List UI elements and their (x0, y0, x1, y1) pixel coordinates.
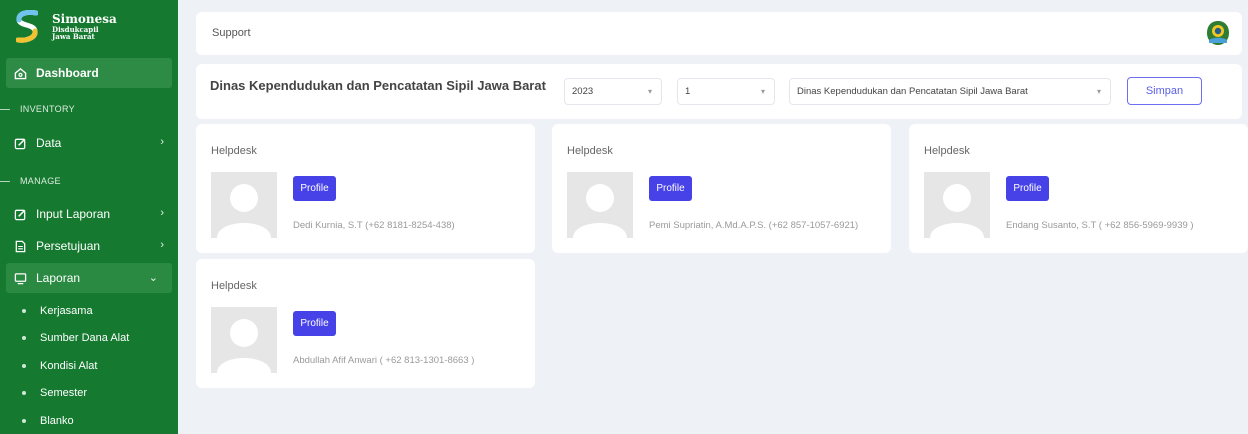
sidebar-item-persetujuan[interactable]: Persetujuan › (0, 231, 178, 261)
sidebar-item-label: Input Laporan (36, 207, 111, 221)
logo-icon (15, 9, 39, 44)
brand[interactable]: Simonesa Disdukcapil Jawa Barat (0, 0, 178, 54)
submenu-item[interactable]: Semester (0, 380, 178, 408)
agency-select[interactable]: Dinas Kependudukan dan Pencatatan Sipil … (789, 78, 1111, 105)
sidebar-item-laporan[interactable]: Laporan ⌄ (6, 263, 172, 293)
card-title: Helpdesk (567, 145, 613, 157)
profile-photo (211, 172, 277, 238)
save-button[interactable]: Simpan (1127, 77, 1202, 105)
profile-button[interactable]: Profile (649, 176, 692, 201)
bullet-icon (22, 418, 26, 423)
chevron-right-icon: › (160, 239, 164, 251)
profile-photo (924, 172, 990, 238)
laporan-submenu: Kerjasama Sumber Dana Alat Kondisi Alat Sem… (0, 297, 178, 434)
sidebar-item-label: Persetujuan (36, 239, 101, 253)
monitor-icon (13, 271, 27, 285)
submenu-item[interactable]: Kondisi Alat (0, 352, 178, 380)
submenu-item[interactable]: Sumber Dana Alat (0, 325, 178, 353)
chevron-down-icon: ⌄ (148, 272, 158, 284)
sidebar-item-label: Data (36, 136, 62, 150)
contact-info: Pemi Supriatin, A.Md.A.P.S. (+62 857-105… (649, 220, 859, 231)
bullet-icon (22, 308, 26, 313)
submenu-item-label: Blanko (40, 414, 74, 427)
period-select[interactable]: 1 ▾ (677, 78, 775, 105)
user-avatar[interactable] (1204, 19, 1232, 47)
submenu-item-label: Kerjasama (40, 304, 93, 317)
sidebar-item-label: Dashboard (36, 66, 99, 80)
chevron-down-icon: ▾ (647, 87, 652, 96)
helpdesk-card: Helpdesk Profile Endang Susanto, S.T ( +… (909, 124, 1248, 253)
submenu-item[interactable]: Blanko (0, 407, 178, 434)
sidebar-item-dashboard[interactable]: Dashboard (6, 58, 172, 88)
profile-photo (211, 307, 277, 373)
chevron-right-icon: › (160, 207, 164, 219)
contact-info: Abdullah Afif Anwari ( +62 813-1301-8663… (293, 355, 475, 366)
profile-button[interactable]: Profile (293, 176, 336, 201)
brand-region: Jawa Barat (52, 32, 95, 42)
profile-photo (567, 172, 633, 238)
submenu-item-label: Sumber Dana Alat (40, 332, 130, 345)
filter-bar: Dinas Kependudukan dan Pencatatan Sipil … (196, 64, 1242, 119)
helpdesk-card: Helpdesk Profile Pemi Supriatin, A.Md.A.… (552, 124, 891, 253)
submenu-item[interactable]: Kerjasama (0, 297, 178, 325)
sidebar-item-input-laporan[interactable]: Input Laporan › (0, 199, 178, 229)
helpdesk-card: Helpdesk Profile Abdullah Afif Anwari ( … (196, 259, 535, 388)
profile-button[interactable]: Profile (293, 311, 336, 336)
card-title: Helpdesk (924, 145, 970, 157)
edit-icon (13, 207, 27, 221)
document-icon (13, 239, 27, 253)
chevron-right-icon: › (160, 136, 164, 148)
sidebar: Simonesa Disdukcapil Jawa Barat Dashboar… (0, 0, 178, 434)
top-bar: Support (196, 12, 1242, 55)
chevron-down-icon: ▾ (1096, 87, 1101, 96)
helpdesk-card: Helpdesk Profile Dedi Kurnia, S.T (+62 8… (196, 124, 535, 253)
home-icon (13, 66, 27, 80)
submenu-item-label: Kondisi Alat (40, 359, 98, 372)
bullet-icon (22, 336, 26, 341)
year-select[interactable]: 2023 ▾ (564, 78, 662, 105)
contact-info: Dedi Kurnia, S.T (+62 8181-8254-438) (293, 220, 455, 231)
submenu-item-label: Semester (40, 387, 88, 400)
breadcrumb: Support (212, 27, 251, 39)
sidebar-item-data[interactable]: Data › (0, 128, 178, 158)
bullet-icon (22, 363, 26, 368)
sidebar-item-label: Laporan (36, 271, 81, 285)
contact-info: Endang Susanto, S.T ( +62 856-5969-9939 … (1006, 220, 1194, 231)
edit-icon (13, 136, 27, 150)
page-title: Dinas Kependudukan dan Pencatatan Sipil … (210, 78, 546, 93)
card-title: Helpdesk (211, 145, 257, 157)
section-manage: MANAGE (0, 166, 178, 196)
profile-button[interactable]: Profile (1006, 176, 1049, 201)
bullet-icon (22, 391, 26, 396)
section-inventory: INVENTORY (0, 94, 178, 124)
card-title: Helpdesk (211, 280, 257, 292)
chevron-down-icon: ▾ (760, 87, 765, 96)
